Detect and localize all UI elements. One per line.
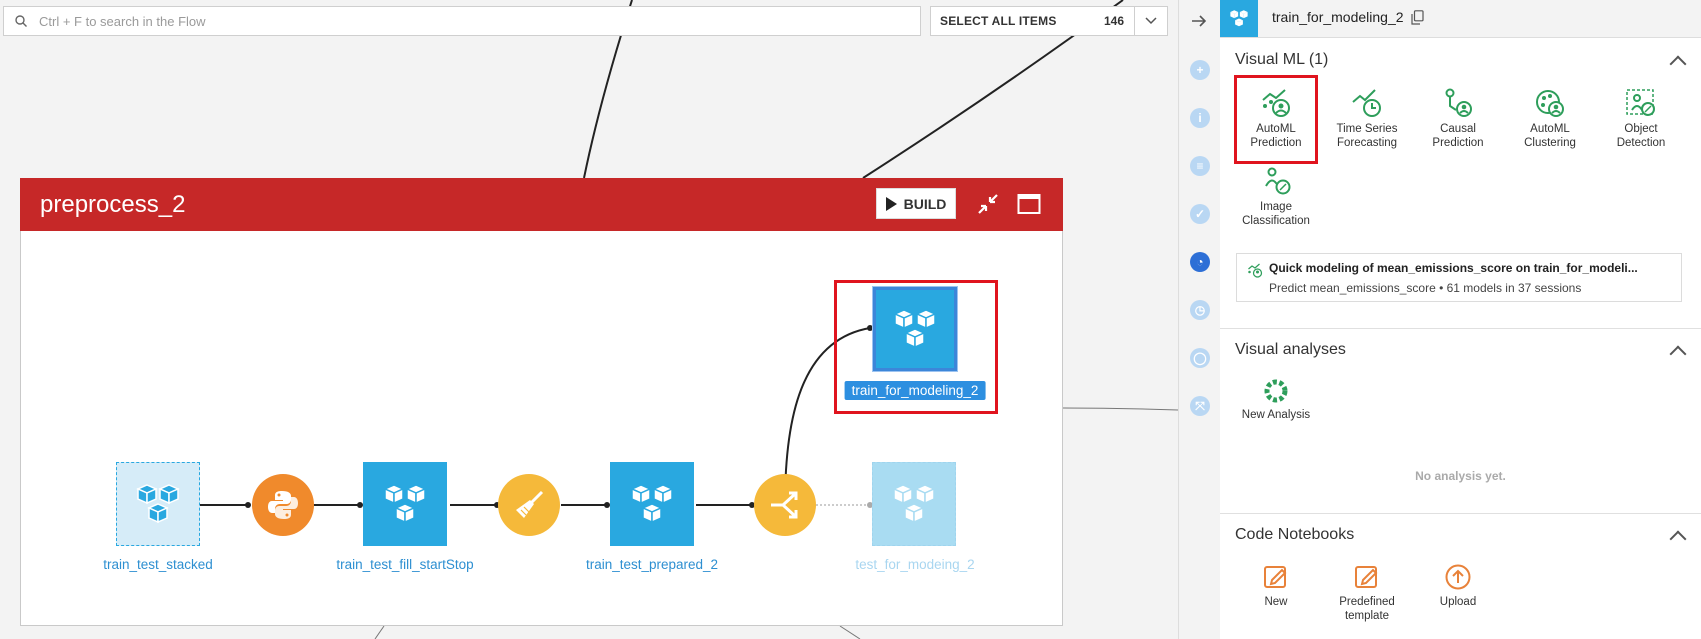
causal-prediction-icon (1445, 88, 1472, 117)
predefined-template-button[interactable]: Predefined template (1327, 563, 1407, 623)
visual-ml-section-title[interactable]: Visual ML (1) (1235, 51, 1328, 69)
dataset-node-test-for-modeing-2[interactable] (872, 462, 956, 546)
dataset-node-train-test-prepared-2[interactable] (610, 462, 694, 546)
dataset-cubes-icon (383, 484, 427, 524)
quick-model-card[interactable]: Quick modeling of mean_emissions_score o… (1236, 253, 1682, 302)
list-icon[interactable]: ≡ (1190, 156, 1210, 176)
broom-icon (516, 490, 544, 518)
tool-label-line1: Causal (1440, 123, 1476, 135)
history-icon[interactable]: ◷ (1190, 300, 1210, 320)
prepare-recipe-node[interactable] (498, 474, 560, 536)
dataset-label[interactable]: train_test_prepared_2 (586, 557, 718, 572)
section-divider (1220, 328, 1701, 329)
new-analysis-label: New Analysis (1241, 409, 1311, 421)
notebook-label-line1: Predefined (1339, 596, 1395, 608)
image-classification-tool[interactable]: Image Classification (1236, 166, 1316, 228)
dataset-node-train-test-stacked[interactable] (116, 462, 200, 546)
notebook-label-line1: Upload (1439, 596, 1477, 608)
edit-note-icon (1355, 566, 1378, 588)
automl-prediction-icon (1248, 263, 1263, 278)
tool-label-line2: Forecasting (1336, 137, 1398, 149)
lab-icon[interactable]: ◔ (1190, 252, 1210, 272)
dataset-label[interactable]: train_test_stacked (103, 557, 213, 572)
quick-model-subtitle: Predict mean_emissions_score • 61 models… (1269, 281, 1582, 295)
discussion-icon[interactable]: ◯ (1190, 348, 1210, 368)
new-notebook-button[interactable]: New (1236, 563, 1316, 609)
time-series-icon (1352, 89, 1381, 117)
time-series-forecasting-tool[interactable]: Time Series Forecasting (1327, 88, 1407, 150)
tool-label-line1: Object (1624, 123, 1658, 135)
split-icon (771, 491, 798, 519)
check-icon[interactable]: ✓ (1190, 204, 1210, 224)
automl-clustering-tool[interactable]: AutoML Clustering (1510, 88, 1590, 150)
edge-dot (245, 502, 251, 508)
section-divider (1220, 513, 1701, 514)
panel-title: train_for_modeling_2 (1272, 9, 1404, 25)
notebook-label-line1: New (1264, 596, 1288, 608)
object-detection-tool[interactable]: Object Detection (1601, 88, 1681, 150)
quick-model-title[interactable]: Quick modeling of mean_emissions_score o… (1269, 261, 1638, 275)
highlight-box-automl-prediction (1234, 75, 1318, 164)
image-classification-icon (1265, 167, 1291, 195)
tool-label-line2: Prediction (1432, 137, 1484, 149)
dataset-label[interactable]: test_for_modeing_2 (855, 557, 974, 572)
upload-notebook-button[interactable]: Upload (1418, 563, 1498, 609)
highlight-box-selected-dataset (834, 280, 998, 414)
python-icon (268, 491, 298, 519)
info-icon[interactable]: i (1190, 108, 1210, 128)
automl-clustering-icon (1536, 90, 1564, 117)
tool-label-line1: Image (1260, 201, 1292, 213)
tool-label-line1: Time Series (1336, 123, 1398, 135)
upload-icon (1445, 564, 1471, 590)
plus-icon[interactable]: + (1190, 60, 1210, 80)
no-analysis-message: No analysis yet. (1415, 469, 1506, 483)
tool-label-line2: Clustering (1524, 137, 1576, 149)
edit-note-icon (1264, 566, 1287, 588)
dataset-cubes-icon (136, 484, 180, 524)
dataset-node-train-test-fill-startstop[interactable] (363, 462, 447, 546)
sharing-icon[interactable]: ⤧ (1190, 396, 1210, 416)
tool-label-line2: Classification (1242, 215, 1310, 227)
split-recipe-node[interactable] (754, 474, 816, 536)
dataset-cubes-icon (892, 484, 936, 524)
code-notebooks-section-title[interactable]: Code Notebooks (1235, 526, 1354, 544)
analysis-circle-icon (1264, 379, 1288, 403)
dataset-cubes-icon (630, 484, 674, 524)
notebook-label-line2: template (1344, 610, 1390, 622)
dataset-icon (1220, 0, 1258, 37)
causal-prediction-tool[interactable]: Causal Prediction (1418, 88, 1498, 150)
object-detection-icon (1626, 89, 1655, 116)
visual-analyses-section-title[interactable]: Visual analyses (1235, 341, 1346, 359)
python-recipe-node[interactable] (252, 474, 314, 536)
copy-icon[interactable] (1411, 10, 1424, 25)
arrow-right-icon[interactable] (1191, 14, 1207, 28)
tool-label-line1: AutoML (1530, 123, 1570, 135)
tool-label-line2: Detection (1616, 137, 1666, 149)
dataset-label[interactable]: train_test_fill_startStop (336, 557, 473, 572)
new-analysis-button[interactable]: New Analysis (1236, 378, 1316, 422)
